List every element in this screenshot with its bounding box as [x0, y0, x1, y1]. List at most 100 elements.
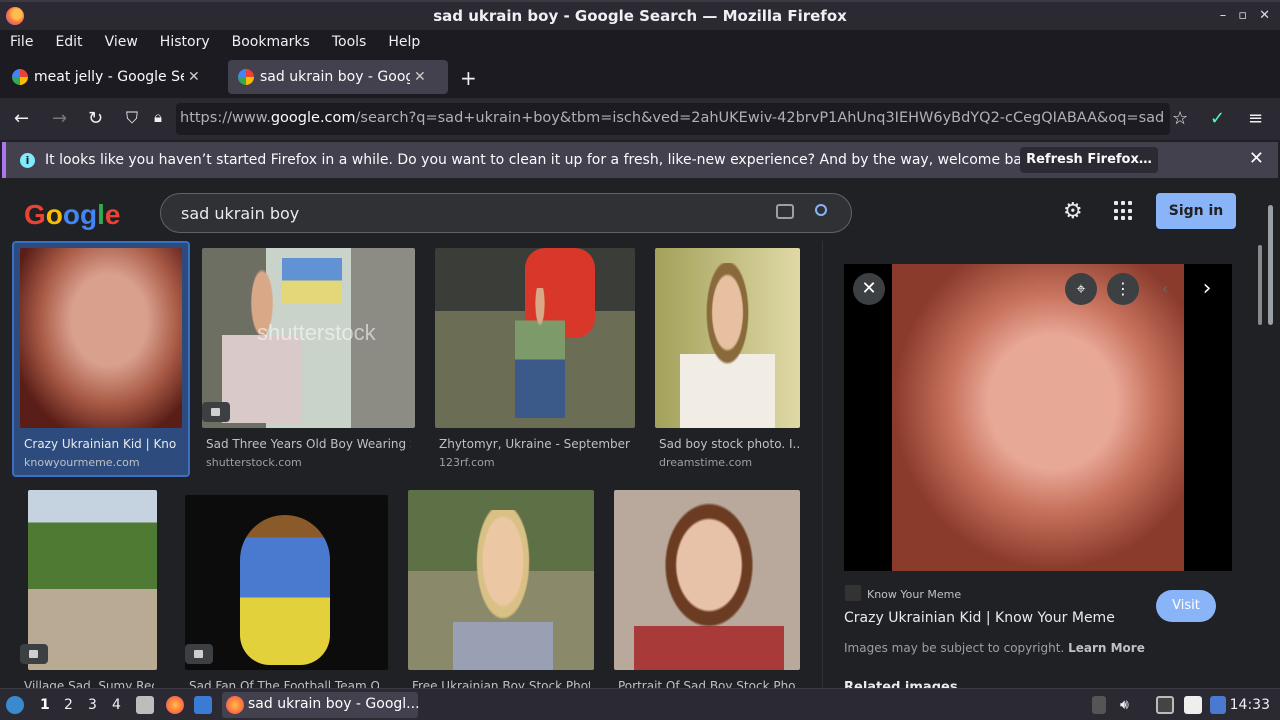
extension-check-icon[interactable]: ✓: [1210, 108, 1225, 129]
file-manager-icon[interactable]: [136, 696, 154, 714]
notification-bar: i It looks like you haven’t started Fire…: [2, 142, 1278, 178]
camera-icon[interactable]: [776, 204, 794, 219]
result-caption[interactable]: Zhytomyr, Ukraine - September 0...: [439, 437, 631, 451]
panel-scrollbar[interactable]: [1258, 245, 1262, 325]
task-label: sad ukrain boy - Googl...: [248, 696, 420, 712]
result-thumbnail[interactable]: [655, 248, 800, 428]
search-input[interactable]: sad ukrain boy: [181, 204, 299, 223]
notification-tray-icon[interactable]: [1210, 696, 1226, 714]
result-caption[interactable]: Crazy Ukrainian Kid | Kno...: [24, 437, 176, 451]
related-images-heading: Related images: [844, 680, 958, 688]
google-doodle-logo[interactable]: Google: [24, 199, 120, 231]
taskbar-firefox-window[interactable]: sad ukrain boy - Googl...: [222, 692, 420, 718]
window-title: sad ukrain boy - Google Search — Mozilla…: [433, 7, 847, 25]
tab-label: sad ukrain boy - Google Search: [260, 69, 410, 85]
more-options-icon[interactable]: ⋮: [1107, 273, 1139, 305]
menu-edit[interactable]: Edit: [55, 34, 82, 50]
tab-sad-ukrain-boy[interactable]: sad ukrain boy - Google Search ✕: [228, 60, 448, 94]
hamburger-menu-icon[interactable]: ≡: [1248, 108, 1263, 129]
page-scrollbar[interactable]: [1268, 205, 1273, 325]
result-thumbnail[interactable]: [408, 490, 594, 670]
display-icon[interactable]: [1156, 696, 1174, 714]
menu-history[interactable]: History: [160, 34, 210, 50]
clock: 14:33: [1229, 697, 1270, 713]
painted-face: [240, 515, 330, 665]
menu-file[interactable]: File: [10, 34, 33, 50]
result-thumbnail[interactable]: [185, 495, 388, 670]
google-favicon-icon: [238, 69, 254, 85]
close-tab-icon[interactable]: ✕: [414, 69, 426, 85]
copyright-note: Images may be subject to copyright. Lear…: [844, 641, 1145, 655]
info-icon: i: [20, 152, 35, 168]
result-thumbnail[interactable]: [20, 248, 182, 428]
child-figure: [453, 510, 553, 670]
maximize-button[interactable]: ▫: [1238, 8, 1247, 23]
menu-tools[interactable]: Tools: [332, 34, 367, 50]
close-preview-icon[interactable]: ✕: [853, 273, 885, 305]
window-controls: – ▫ ✕: [1220, 8, 1270, 23]
result-thumbnail[interactable]: shutterstock: [202, 248, 415, 428]
desktop-icon[interactable]: [194, 696, 212, 714]
child-figure: [680, 263, 775, 428]
menu-bar: File Edit View History Bookmarks Tools H…: [0, 30, 1280, 54]
result-source: shutterstock.com: [206, 456, 302, 469]
new-tab-button[interactable]: +: [460, 66, 477, 90]
start-menu-icon[interactable]: [6, 696, 24, 714]
result-source: knowyourmeme.com: [24, 456, 140, 469]
menu-help[interactable]: Help: [388, 34, 420, 50]
image-badge-icon: [202, 402, 230, 422]
child-figure: [515, 288, 565, 418]
image-badge-icon: [20, 644, 48, 664]
tab-label: meat jelly - Google Search: [34, 69, 184, 85]
watermark: shutterstock: [257, 320, 376, 345]
volume-icon[interactable]: 🔊︎: [1120, 697, 1129, 713]
refresh-firefox-button[interactable]: Refresh Firefox…: [1020, 147, 1158, 173]
sign-in-button[interactable]: Sign in: [1156, 193, 1236, 229]
gear-icon[interactable]: ⚙: [1063, 199, 1083, 224]
workspace-2[interactable]: 2: [64, 697, 73, 713]
reload-icon[interactable]: ↻: [88, 108, 103, 129]
menu-view[interactable]: View: [105, 34, 138, 50]
lens-icon[interactable]: ⌖: [1065, 273, 1097, 305]
preview-image[interactable]: [892, 264, 1184, 571]
search-icon[interactable]: [815, 204, 827, 216]
firefox-icon: [226, 696, 244, 714]
close-tab-icon[interactable]: ✕: [188, 69, 200, 85]
visit-button[interactable]: Visit: [1156, 590, 1216, 622]
clipboard-icon[interactable]: [1184, 696, 1202, 714]
close-notification-icon[interactable]: ✕: [1249, 148, 1264, 169]
bookmark-star-icon[interactable]: ☆: [1172, 108, 1188, 129]
result-caption[interactable]: Sad boy stock photo. I...: [659, 437, 799, 451]
forward-arrow-icon[interactable]: →: [52, 108, 67, 129]
result-source: 123rf.com: [439, 456, 495, 469]
preview-title[interactable]: Crazy Ukrainian Kid | Know Your Meme: [844, 610, 1115, 626]
shield-icon[interactable]: ⛉: [126, 108, 138, 128]
close-window-button[interactable]: ✕: [1259, 8, 1270, 23]
notification-message: It looks like you haven’t started Firefo…: [45, 152, 1044, 168]
result-thumbnail[interactable]: [614, 490, 800, 670]
menu-bookmarks[interactable]: Bookmarks: [232, 34, 310, 50]
result-thumbnail[interactable]: [435, 248, 635, 428]
tab-meat-jelly[interactable]: meat jelly - Google Search ✕: [2, 60, 220, 94]
next-image-icon[interactable]: ›: [1191, 273, 1223, 305]
know-your-meme-logo: [845, 585, 861, 601]
taskbar: 1 2 3 4 sad ukrain boy - Googl... 🔊︎ 14:…: [0, 688, 1280, 720]
back-arrow-icon[interactable]: ←: [14, 108, 29, 129]
workspace-1[interactable]: 1: [40, 697, 50, 713]
window-titlebar: sad ukrain boy - Google Search — Mozilla…: [0, 0, 1280, 30]
workspace-4[interactable]: 4: [112, 697, 121, 713]
previous-image-icon[interactable]: ‹: [1149, 273, 1181, 305]
preview-source[interactable]: Know Your Meme: [867, 588, 961, 601]
tab-strip: meat jelly - Google Search ✕ sad ukrain …: [0, 54, 1280, 98]
tray-updates-icon[interactable]: [1092, 696, 1106, 714]
learn-more-link[interactable]: Learn More: [1068, 641, 1145, 655]
lock-icon[interactable]: 🔒︎: [154, 108, 162, 126]
workspace-3[interactable]: 3: [88, 697, 97, 713]
result-thumbnail[interactable]: [28, 490, 157, 670]
firefox-launcher-icon[interactable]: [166, 696, 184, 714]
result-caption[interactable]: Sad Three Years Old Boy Wearing S...: [206, 437, 411, 451]
minimize-button[interactable]: –: [1220, 8, 1227, 23]
result-source: dreamstime.com: [659, 456, 753, 469]
firefox-logo-icon: [6, 7, 24, 25]
apps-grid-icon[interactable]: [1114, 201, 1134, 221]
